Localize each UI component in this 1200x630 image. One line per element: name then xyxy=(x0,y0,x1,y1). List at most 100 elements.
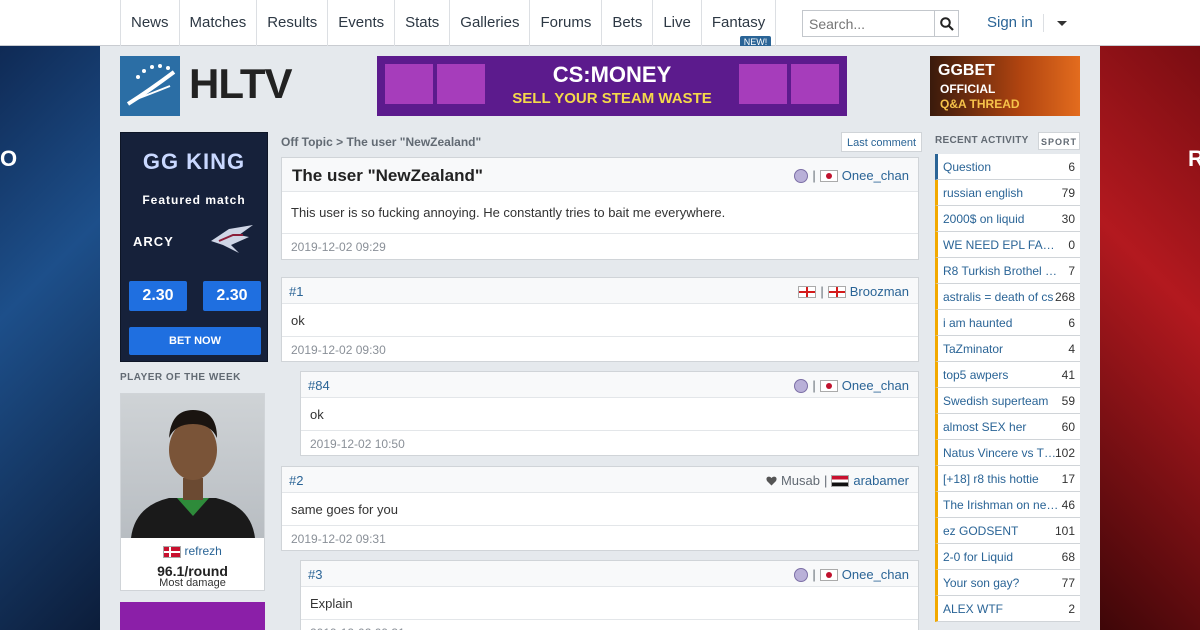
featured-match-ad[interactable]: GG KING Featured match ARCY 2.30 2.30 BE… xyxy=(120,132,268,362)
flag-egypt-icon xyxy=(831,474,850,487)
tab-sport[interactable]: SPORT xyxy=(1038,132,1080,150)
player-name-row[interactable]: refrezh xyxy=(121,544,264,558)
odd-left-button[interactable]: 2.30 xyxy=(129,281,187,311)
nav-menu: News Matches Results Events Stats Galler… xyxy=(120,0,777,48)
banner-ad-csmoney[interactable]: CS:MONEY SELL YOUR STEAM WASTE xyxy=(377,56,847,116)
thread-title[interactable]: TaZminator xyxy=(943,342,1061,356)
list-item[interactable]: astralis = death of cs 268 xyxy=(935,284,1080,310)
list-item[interactable]: Natus Vincere vs TYLOO102 xyxy=(935,440,1080,466)
thread-title[interactable]: ALEX WTF xyxy=(943,602,1061,616)
site-logo-text[interactable]: HLTV xyxy=(189,60,293,108)
post-author[interactable]: | Onee_chan xyxy=(794,168,909,183)
bottom-ad[interactable] xyxy=(120,602,265,630)
banner-subtitle: SELL YOUR STEAM WASTE xyxy=(512,90,712,107)
list-item[interactable]: [+18] r8 this hottie 17 xyxy=(935,466,1080,492)
thread-title[interactable]: astralis = death of cs xyxy=(943,290,1061,304)
thread-title[interactable]: [+18] r8 this hottie xyxy=(943,472,1061,486)
post-author[interactable]: | Onee_chan xyxy=(794,378,909,393)
top-navigation: News Matches Results Events Stats Galler… xyxy=(0,0,1200,48)
list-item[interactable]: Your son gay? 77 xyxy=(935,570,1080,596)
author-name[interactable]: Onee_chan xyxy=(842,567,909,582)
thread-title[interactable]: The Irishman on netlix xyxy=(943,498,1061,512)
list-item[interactable]: TaZminator 4 xyxy=(935,336,1080,362)
thread-title[interactable]: Natus Vincere vs TYLOO xyxy=(943,446,1061,460)
thread-title[interactable]: russian english xyxy=(943,186,1061,200)
flag-georgia-icon xyxy=(827,285,846,298)
nav-results[interactable]: Results xyxy=(257,0,329,46)
nav-forums[interactable]: Forums xyxy=(530,0,603,46)
avatar-icon xyxy=(794,567,809,582)
reply-count: 68 xyxy=(1061,550,1075,564)
reply-number-link[interactable]: #3 xyxy=(308,567,322,582)
thread-title[interactable]: i am haunted xyxy=(943,316,1061,330)
author-name[interactable]: Onee_chan xyxy=(842,378,909,393)
list-item[interactable]: 2-0 for Liquid 68 xyxy=(935,544,1080,570)
list-item[interactable]: R8 Turkish Brothel (+18) 7 xyxy=(935,258,1080,284)
thread-title[interactable]: R8 Turkish Brothel (+18) xyxy=(943,264,1061,278)
post-author[interactable]: | Broozman xyxy=(798,284,909,299)
hltv-logo-icon[interactable] xyxy=(120,56,180,116)
player-of-week-card[interactable]: refrezh 96.1/round Most damage xyxy=(120,393,265,591)
list-item[interactable]: russian english 79 xyxy=(935,180,1080,206)
list-item[interactable]: Question 6 xyxy=(935,154,1080,180)
nav-news[interactable]: News xyxy=(121,0,180,46)
post-date: 2019-12-02 09:30 xyxy=(291,343,386,357)
player-name: refrezh xyxy=(184,544,222,558)
reply-header: #3 | Onee_chan xyxy=(301,561,918,587)
thread-title[interactable]: WE NEED EPL FANTASY xyxy=(943,238,1061,252)
list-item[interactable]: Swedish superteam 59 xyxy=(935,388,1080,414)
last-comment-button[interactable]: Last comment xyxy=(841,132,923,152)
reply-number-link[interactable]: #1 xyxy=(289,284,303,299)
post-text: ok xyxy=(291,313,305,328)
thread-title[interactable]: 2000$ on liquid xyxy=(943,212,1061,226)
thread-title[interactable]: Question xyxy=(943,160,1061,174)
list-item[interactable]: top5 awpers 41 xyxy=(935,362,1080,388)
reply-number-link[interactable]: #2 xyxy=(289,473,303,488)
thread-title[interactable]: Swedish superteam xyxy=(943,394,1061,408)
author-name[interactable]: Onee_chan xyxy=(842,168,909,183)
post-author[interactable]: | Onee_chan xyxy=(794,567,909,582)
reply-count: 6 xyxy=(1068,160,1075,174)
post-author[interactable]: Musab | arabamer xyxy=(766,473,909,488)
flag-denmark-icon xyxy=(163,545,182,558)
nav-bets[interactable]: Bets xyxy=(602,0,654,46)
bet-now-button[interactable]: BET NOW xyxy=(129,327,261,355)
nav-stats[interactable]: Stats xyxy=(395,0,451,46)
author-name[interactable]: arabamer xyxy=(853,473,909,488)
thread-title[interactable]: ez GODSENT xyxy=(943,524,1061,538)
background-letter-left: O xyxy=(0,146,18,171)
banner-ad-ggbet[interactable]: GGBET OFFICIAL Q&A THREAD xyxy=(930,56,1080,116)
nav-fantasy[interactable]: Fantasy NEW! xyxy=(702,0,777,48)
nav-live[interactable]: Live xyxy=(653,0,702,46)
search-input[interactable] xyxy=(803,11,933,36)
recent-activity-list: Question 6 russian english 79 2000$ on liq… xyxy=(935,154,1080,622)
list-item[interactable]: 2000$ on liquid 30 xyxy=(935,206,1080,232)
list-item[interactable]: ALEX WTF 2 xyxy=(935,596,1080,622)
thread-title[interactable]: almost SEX her xyxy=(943,420,1061,434)
nav-galleries[interactable]: Galleries xyxy=(450,0,531,46)
list-item[interactable]: almost SEX her 60 xyxy=(935,414,1080,440)
post-body: same goes for you xyxy=(282,493,918,526)
list-item[interactable]: The Irishman on netlix 46 xyxy=(935,492,1080,518)
list-item[interactable]: i am haunted 6 xyxy=(935,310,1080,336)
chevron-down-icon[interactable] xyxy=(1057,21,1067,26)
list-item[interactable]: WE NEED EPL FANTASY 0 xyxy=(935,232,1080,258)
reply-count: 101 xyxy=(1054,524,1075,538)
list-item[interactable]: ez GODSENT 101 xyxy=(935,518,1080,544)
post-date: 2019-12-02 09:29 xyxy=(291,240,386,254)
nav-events[interactable]: Events xyxy=(328,0,396,46)
author-name[interactable]: Broozman xyxy=(850,284,909,299)
breadcrumb[interactable]: Off Topic > The user "NewZealand" xyxy=(281,135,481,149)
thread-title[interactable]: Your son gay? xyxy=(943,576,1061,590)
flag-georgia-icon xyxy=(798,285,817,298)
sign-in-link[interactable]: Sign in xyxy=(987,14,1033,31)
search-button[interactable] xyxy=(934,11,958,36)
nav-matches[interactable]: Matches xyxy=(180,0,258,46)
thread-title[interactable]: 2-0 for Liquid xyxy=(943,550,1061,564)
avatar-icon xyxy=(794,378,809,393)
reply-count: 60 xyxy=(1061,420,1075,434)
odd-right-button[interactable]: 2.30 xyxy=(203,281,261,311)
background-art-right: R xyxy=(1100,46,1200,630)
reply-number-link[interactable]: #84 xyxy=(308,378,330,393)
thread-title[interactable]: top5 awpers xyxy=(943,368,1061,382)
